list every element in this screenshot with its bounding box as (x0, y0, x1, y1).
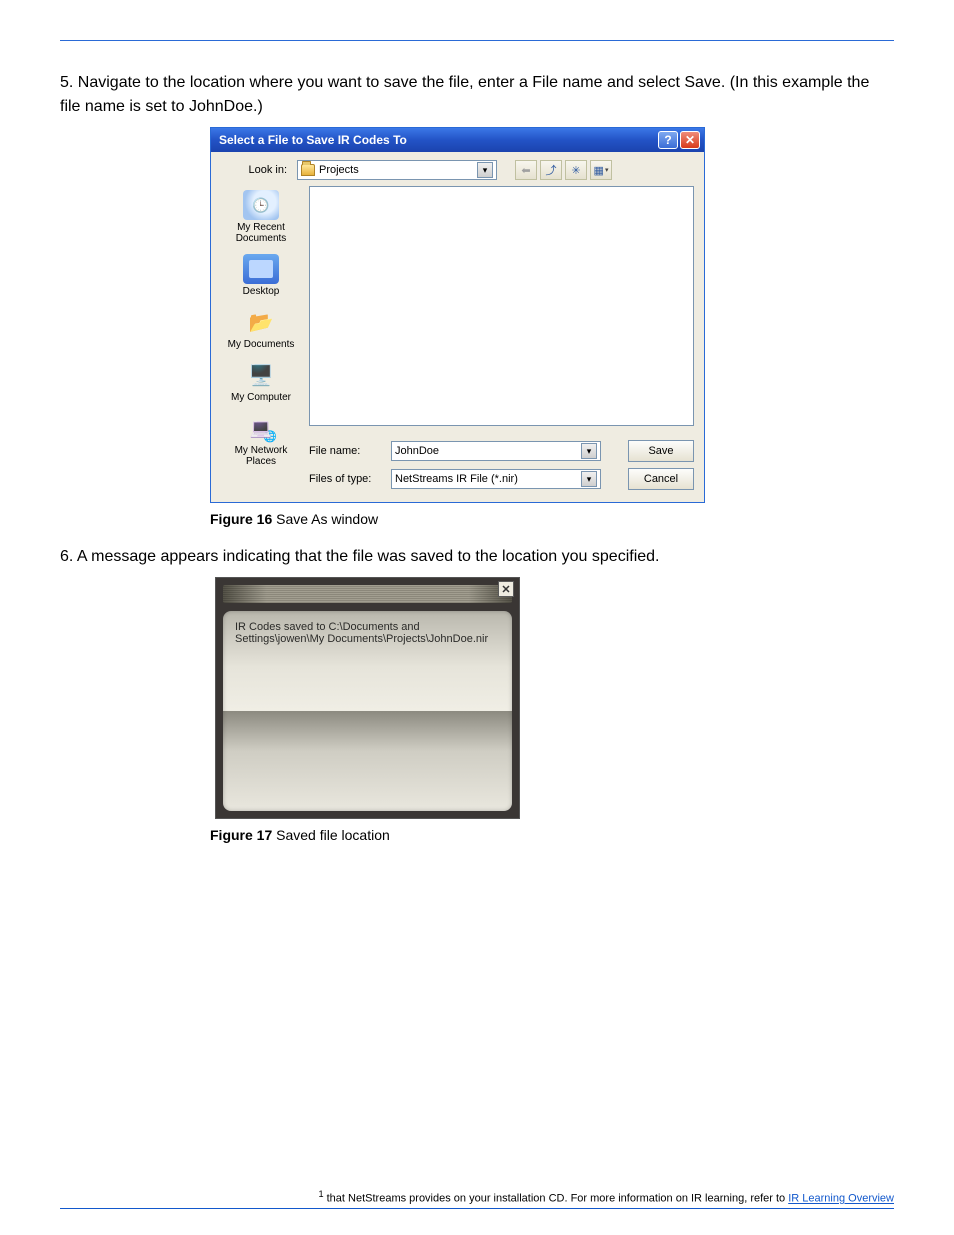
header-rule (60, 40, 894, 41)
place-desktop[interactable]: Desktop (221, 250, 301, 301)
place-label: My Documents (221, 339, 301, 350)
save-button[interactable]: Save (628, 440, 694, 462)
chevron-down-icon[interactable]: ▾ (477, 162, 493, 178)
footer-rule (60, 1208, 894, 1209)
my-documents-icon (243, 307, 279, 337)
desktop-icon (243, 254, 279, 284)
place-label: My Recent Documents (221, 222, 301, 244)
footnote: 1 that NetStreams provides on your insta… (318, 1189, 894, 1205)
place-label: Desktop (221, 286, 301, 297)
file-name-value: JohnDoe (395, 445, 439, 457)
save-file-dialog: Select a File to Save IR Codes To ? ✕ Lo… (210, 127, 705, 503)
footnote-link[interactable]: IR Learning Overview (788, 1193, 894, 1205)
close-icon[interactable]: ✕ (498, 581, 514, 597)
place-recent-documents[interactable]: My Recent Documents (221, 186, 301, 248)
new-folder-button[interactable]: ✳ (565, 160, 587, 180)
file-name-input[interactable]: JohnDoe ▾ (391, 441, 601, 461)
look-in-value: Projects (319, 164, 359, 176)
places-bar: My Recent Documents Desktop My Documents… (221, 186, 301, 490)
notification-titlebar[interactable]: ✕ (223, 585, 512, 603)
up-one-level-button[interactable]: ⤴ (540, 160, 562, 180)
file-list-pane[interactable] (309, 186, 694, 426)
step-6-text: 6. A message appears indicating that the… (60, 545, 894, 569)
figure-17-number: Figure 17 (210, 827, 272, 843)
footnote-ref: 1 (318, 1189, 323, 1199)
back-button: ⬅ (515, 160, 537, 180)
file-type-label: Files of type: (309, 473, 381, 485)
close-button[interactable]: ✕ (680, 131, 700, 149)
look-in-label: Look in: (221, 164, 291, 176)
chevron-down-icon[interactable]: ▾ (581, 443, 597, 459)
file-name-label: File name: (309, 445, 381, 457)
my-network-icon (243, 413, 279, 443)
figure-16-number: Figure 16 (210, 511, 272, 527)
place-label: My Computer (221, 392, 301, 403)
notification-dialog: ✕ IR Codes saved to C:\Documents and Set… (215, 577, 520, 819)
figure-16-text: Save As window (272, 511, 378, 527)
file-type-select[interactable]: NetStreams IR File (*.nir) ▾ (391, 469, 601, 489)
footnote-text: that NetStreams provides on your install… (327, 1193, 789, 1205)
my-computer-icon (243, 360, 279, 390)
folder-icon (301, 164, 315, 176)
dialog-title: Select a File to Save IR Codes To (219, 133, 407, 147)
look-in-select[interactable]: Projects ▾ (297, 160, 497, 180)
dialog-titlebar: Select a File to Save IR Codes To ? ✕ (211, 128, 704, 152)
help-button[interactable]: ? (658, 131, 678, 149)
chevron-down-icon[interactable]: ▾ (581, 471, 597, 487)
place-my-documents[interactable]: My Documents (221, 303, 301, 354)
cancel-button[interactable]: Cancel (628, 468, 694, 490)
notification-message: IR Codes saved to C:\Documents and Setti… (235, 621, 500, 645)
views-button[interactable]: ▦▾ (590, 160, 612, 180)
step-5-text: 5. Navigate to the location where you wa… (60, 71, 894, 119)
figure-17-text: Saved file location (272, 827, 390, 843)
place-my-computer[interactable]: My Computer (221, 356, 301, 407)
place-label: My Network Places (221, 445, 301, 467)
place-my-network[interactable]: My Network Places (221, 409, 301, 471)
recent-documents-icon (243, 190, 279, 220)
file-type-value: NetStreams IR File (*.nir) (395, 473, 518, 485)
